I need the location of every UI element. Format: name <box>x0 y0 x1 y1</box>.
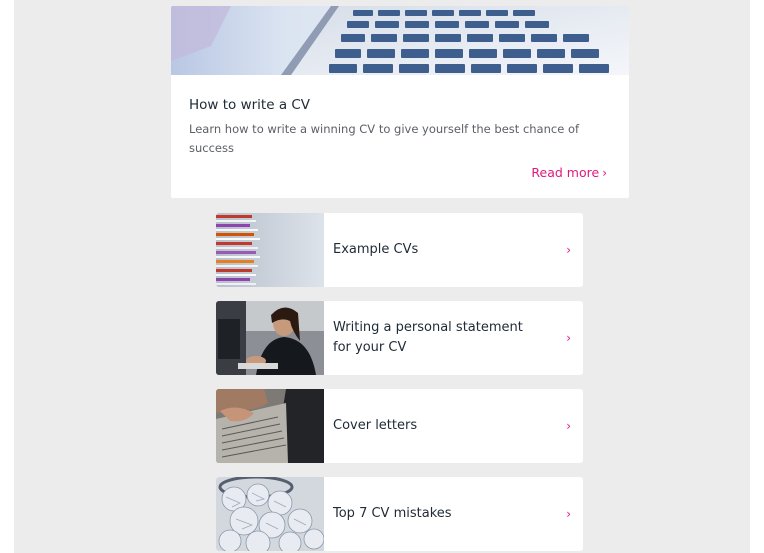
read-more-label: Read more <box>531 165 600 180</box>
hero-title: How to write a CV <box>189 97 311 113</box>
laptop-keyboard-image <box>171 6 629 75</box>
crumpled-paper-bin-image <box>216 477 324 551</box>
paper-stack-image <box>216 213 324 287</box>
page-background: How to write a CV Learn how to write a w… <box>14 0 750 553</box>
link-card-cv-mistakes[interactable]: Top 7 CV mistakes › <box>216 477 583 551</box>
woman-at-computer-image <box>216 301 324 375</box>
link-card-label: Example CVs <box>333 242 419 257</box>
chevron-right-icon: › <box>566 507 571 521</box>
link-card-label: Cover letters <box>333 418 418 433</box>
chevron-right-icon: › <box>566 419 571 433</box>
link-card-example-cvs[interactable]: Example CVs › <box>216 213 583 287</box>
link-card-label: Writing a personal statement for your CV <box>333 320 523 355</box>
link-card-cover-letters[interactable]: Cover letters › <box>216 389 583 463</box>
hero-description: Learn how to write a winning CV to give … <box>189 122 580 155</box>
link-card-label: Top 7 CV mistakes <box>333 506 452 521</box>
typing-laptop-image <box>216 389 324 463</box>
link-card-personal-statement[interactable]: Writing a personal statement for your CV… <box>216 301 583 375</box>
chevron-right-icon: › <box>602 166 607 180</box>
read-more-link[interactable]: Read more › <box>531 165 607 180</box>
chevron-right-icon: › <box>566 331 571 345</box>
chevron-right-icon: › <box>566 243 571 257</box>
hero-card: How to write a CV Learn how to write a w… <box>171 6 629 198</box>
